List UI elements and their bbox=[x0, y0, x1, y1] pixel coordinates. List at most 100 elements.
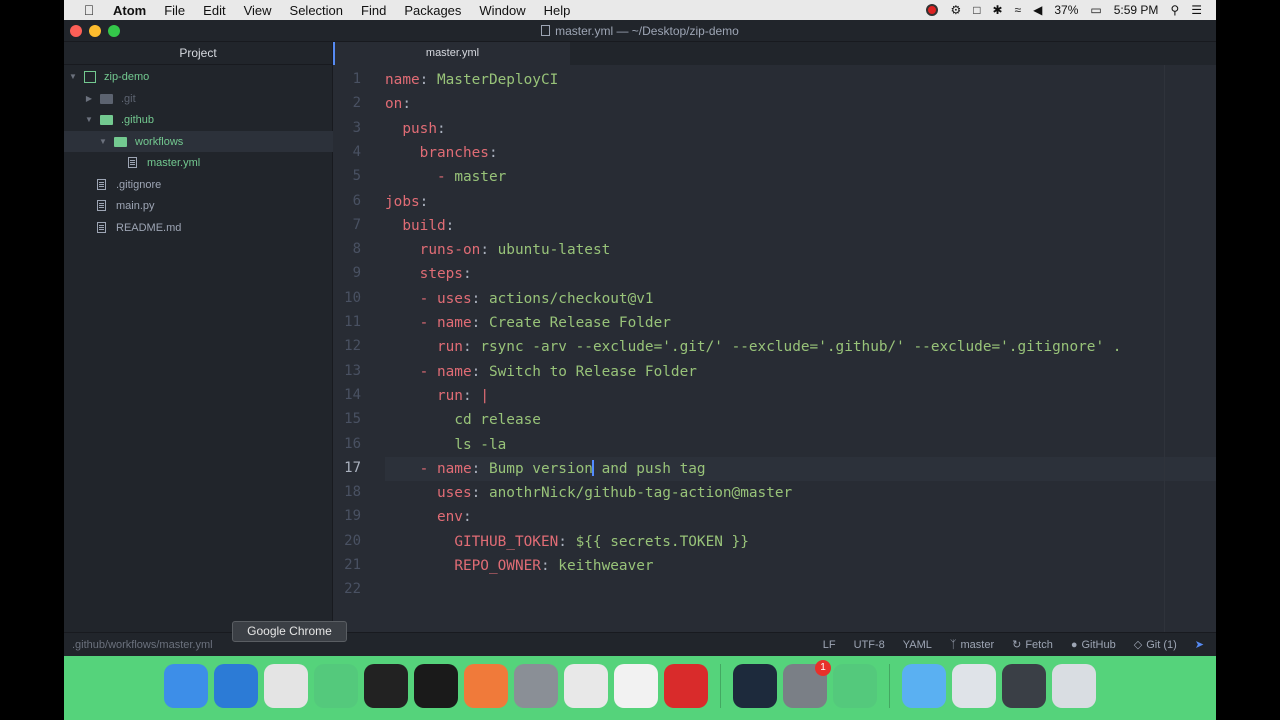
code-line[interactable]: build: bbox=[385, 214, 463, 238]
sketch-icon[interactable] bbox=[464, 664, 508, 708]
display-icon[interactable] bbox=[1002, 664, 1046, 708]
tree-root-zip-demo[interactable]: ▼ zip-demo bbox=[64, 66, 333, 87]
apple-menu-icon[interactable]:  bbox=[74, 2, 104, 18]
menu-selection[interactable]: Selection bbox=[281, 3, 352, 18]
text-cursor bbox=[591, 459, 594, 476]
code-line[interactable]: REPO_OWNER: keithweaver bbox=[385, 554, 653, 578]
window-titlebar: master.yml — ~/Desktop/zip-demo bbox=[64, 20, 1216, 42]
teletype-icon[interactable]: ➤ bbox=[1195, 638, 1204, 651]
tab-master-yml[interactable]: master.yml bbox=[333, 42, 570, 65]
line-number: 3 bbox=[352, 119, 361, 136]
status-file-path[interactable]: .github/workflows/master.yml bbox=[72, 639, 213, 651]
code-line[interactable]: - name: Create Release Folder bbox=[385, 311, 671, 335]
menu-app-name[interactable]: Atom bbox=[104, 3, 155, 18]
code-line[interactable]: push: bbox=[385, 117, 454, 141]
code-line[interactable]: uses: anothrNick/github-tag-action@maste… bbox=[385, 481, 792, 505]
yaml-key: on bbox=[385, 96, 403, 113]
file-icon bbox=[97, 222, 106, 233]
screenshot-icon[interactable] bbox=[952, 664, 996, 708]
yaml-key: name bbox=[436, 460, 472, 477]
safari-icon[interactable] bbox=[214, 664, 258, 708]
code-editor[interactable]: 1 2 3 4 5 6 7 8 9 10 11 12 13 14 15 16 17 18 19 20 21 22 name… bbox=[333, 65, 1216, 632]
system-prefs-icon[interactable]: 1 bbox=[783, 660, 831, 708]
code-line[interactable]: GITHUB_TOKEN: ${{ secrets.TOKEN }} bbox=[385, 530, 749, 554]
clock[interactable]: 5:59 PM bbox=[1114, 3, 1159, 17]
code-line[interactable]: name: MasterDeployCI bbox=[385, 68, 558, 92]
line-number: 1 bbox=[352, 71, 361, 87]
status-line-ending[interactable]: LF bbox=[823, 639, 836, 651]
bluetooth-icon[interactable]: ✱ bbox=[992, 3, 1002, 17]
atom-icon[interactable] bbox=[314, 664, 358, 708]
status-github[interactable]: ● GitHub bbox=[1071, 639, 1116, 651]
minimize-window-button[interactable] bbox=[89, 25, 101, 37]
code-line[interactable]: - name: Switch to Release Folder bbox=[385, 360, 697, 384]
postman-icon[interactable] bbox=[664, 664, 708, 708]
status-git[interactable]: ◇ Git (1) bbox=[1134, 638, 1177, 652]
menu-view[interactable]: View bbox=[235, 3, 281, 18]
tree-item-label: master.yml bbox=[147, 156, 201, 169]
quicktime-icon[interactable] bbox=[733, 664, 777, 708]
slack-icon[interactable] bbox=[614, 664, 658, 708]
line-number: 6 bbox=[352, 192, 361, 209]
tree-item-workflows[interactable]: ▼ workflows bbox=[64, 131, 333, 152]
wifi-icon[interactable]: ≈ bbox=[1015, 3, 1022, 17]
unity-icon[interactable] bbox=[564, 664, 608, 708]
finder-icon[interactable] bbox=[164, 664, 208, 708]
menu-window[interactable]: Window bbox=[470, 3, 534, 18]
status-branch[interactable]: ᛉ master bbox=[950, 639, 994, 651]
volume-icon[interactable]: ◀ bbox=[1033, 3, 1042, 17]
airplay-icon[interactable]: □ bbox=[973, 3, 980, 17]
code-line[interactable]: jobs: bbox=[385, 190, 437, 214]
code-line[interactable]: run: | bbox=[385, 384, 489, 408]
yaml-key: name bbox=[436, 315, 472, 331]
line-number: 19 bbox=[344, 508, 361, 525]
chevron-down-icon: ▼ bbox=[99, 137, 107, 146]
terminal-icon[interactable] bbox=[364, 664, 408, 708]
tree-item-master-yml[interactable]: master.yml bbox=[64, 152, 333, 173]
yaml-key: branches bbox=[419, 144, 489, 161]
spotlight-icon[interactable]: ⚲ bbox=[1170, 3, 1179, 17]
code-line[interactable]: - uses: actions/checkout@v1 bbox=[385, 287, 654, 311]
tree-item-github[interactable]: ▼ .github bbox=[64, 109, 333, 130]
folder-icon bbox=[100, 93, 113, 104]
menu-edit[interactable]: Edit bbox=[194, 3, 234, 18]
status-fetch[interactable]: ↻ Fetch bbox=[1012, 638, 1053, 652]
tree-item-main-py[interactable]: main.py bbox=[64, 195, 333, 216]
code-line[interactable]: - name: Bump version and push tag bbox=[385, 456, 1216, 481]
tree-item-gitignore[interactable]: .gitignore bbox=[64, 174, 333, 195]
battery-text[interactable]: 37% bbox=[1054, 3, 1078, 17]
tree-item-readme[interactable]: README.md bbox=[64, 217, 333, 238]
status-encoding[interactable]: UTF-8 bbox=[854, 639, 885, 651]
database-icon[interactable] bbox=[514, 664, 558, 708]
code-line[interactable]: runs-on: ubuntu-latest bbox=[385, 238, 611, 262]
menu-packages[interactable]: Packages bbox=[395, 3, 470, 18]
folder-icon[interactable] bbox=[902, 664, 946, 708]
tree-header[interactable]: Project bbox=[64, 42, 332, 65]
tree-item-git[interactable]: ▶ .git bbox=[64, 88, 333, 109]
code-line[interactable]: cd release bbox=[385, 408, 541, 432]
line-number: 22 bbox=[344, 581, 361, 598]
intellij-icon[interactable] bbox=[414, 664, 458, 708]
atom-icon-2[interactable] bbox=[833, 664, 877, 708]
menu-help[interactable]: Help bbox=[535, 3, 580, 18]
recording-icon[interactable] bbox=[926, 4, 939, 16]
menu-find[interactable]: Find bbox=[352, 3, 395, 18]
code-line[interactable]: ls -la bbox=[385, 433, 506, 457]
close-window-button[interactable] bbox=[70, 25, 82, 37]
zoom-window-button[interactable] bbox=[108, 25, 120, 37]
chrome-icon[interactable] bbox=[264, 664, 308, 708]
file-icon bbox=[97, 179, 106, 190]
code-line[interactable]: run: rsync -arv --exclude='.git/' --excl… bbox=[385, 335, 1121, 359]
notification-center-icon[interactable]: ☰ bbox=[1191, 3, 1202, 17]
gear-icon[interactable]: ⚙ bbox=[950, 3, 961, 17]
yaml-value: ubuntu-latest bbox=[497, 242, 611, 259]
line-number-gutter: 1 2 3 4 5 6 7 8 9 10 11 12 13 14 15 16 17 18 19 20 21 22 bbox=[333, 65, 385, 632]
code-line[interactable]: steps: bbox=[385, 262, 480, 286]
code-line[interactable]: env: bbox=[385, 505, 480, 529]
code-line[interactable]: on: bbox=[385, 92, 420, 116]
code-line[interactable]: - master bbox=[385, 165, 506, 189]
code-line[interactable]: branches: bbox=[385, 141, 506, 165]
status-grammar[interactable]: YAML bbox=[903, 639, 932, 651]
trash-icon[interactable] bbox=[1052, 664, 1096, 708]
menu-file[interactable]: File bbox=[155, 3, 194, 18]
